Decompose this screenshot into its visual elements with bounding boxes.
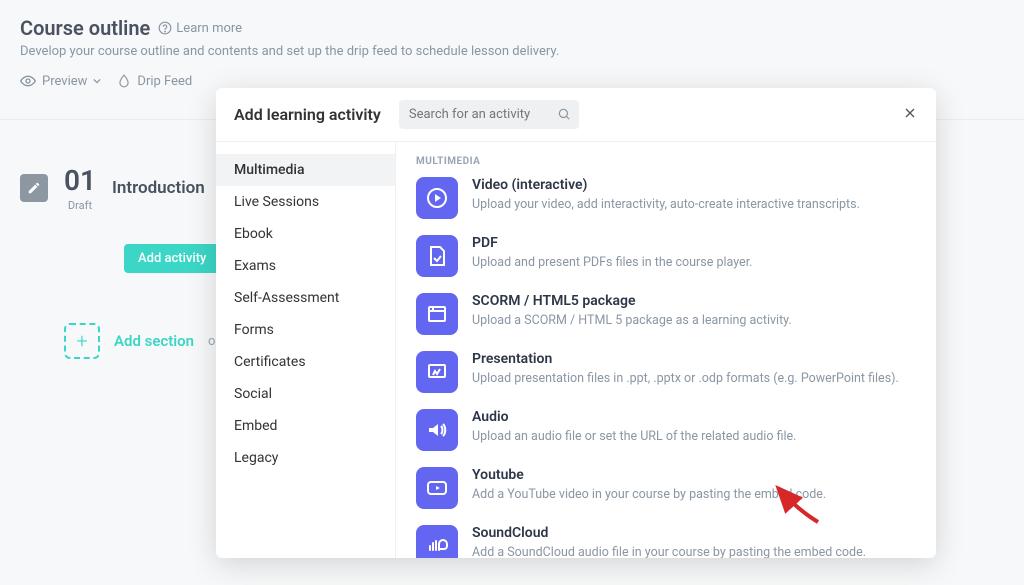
section-name: Introduction: [112, 178, 205, 198]
preview-label: Preview: [42, 74, 87, 89]
activity-desc: Add a YouTube video in your course by pa…: [472, 486, 826, 504]
pencil-icon: [27, 181, 41, 195]
close-icon: [902, 105, 918, 121]
help-icon: [158, 21, 172, 35]
sidebar-item-self-assessment[interactable]: Self-Assessment: [216, 282, 395, 314]
modal-content: MULTIMEDIA Video (interactive) Upload you…: [396, 142, 936, 558]
sidebar-item-social[interactable]: Social: [216, 378, 395, 410]
activity-title: Audio: [472, 409, 796, 425]
learn-more-link[interactable]: Learn more: [158, 21, 242, 36]
learn-more-label: Learn more: [176, 21, 242, 36]
modal-title: Add learning activity: [234, 105, 381, 124]
activity-title: Video (interactive): [472, 177, 860, 193]
modal-sidebar: MultimediaLive SessionsEbookExamsSelf-As…: [216, 142, 396, 558]
activity-desc: Upload a SCORM / HTML 5 package as a lea…: [472, 312, 792, 330]
page-title: Course outline: [20, 16, 150, 40]
drop-icon: [117, 74, 131, 88]
activity-audio[interactable]: Audio Upload an audio file or set the URL…: [416, 409, 916, 451]
preview-button[interactable]: Preview: [20, 73, 101, 89]
sidebar-item-exams[interactable]: Exams: [216, 250, 395, 282]
add-section-button[interactable]: Add section: [114, 332, 194, 350]
activity-title: Presentation: [472, 351, 899, 367]
activity-soundcloud[interactable]: SoundCloud Add a SoundCloud audio file in…: [416, 525, 916, 558]
activity-youtube[interactable]: Youtube Add a YouTube video in your cours…: [416, 467, 916, 509]
page-subtitle: Develop your course outline and contents…: [20, 44, 1004, 59]
activity-desc: Upload your video, add interactivity, au…: [472, 196, 860, 214]
activity-title: SCORM / HTML5 package: [472, 293, 792, 309]
sidebar-item-certificates[interactable]: Certificates: [216, 346, 395, 378]
search-icon: [557, 107, 571, 121]
add-activity-button[interactable]: Add activity: [124, 244, 220, 273]
sidebar-item-legacy[interactable]: Legacy: [216, 442, 395, 474]
sidebar-item-forms[interactable]: Forms: [216, 314, 395, 346]
drip-feed-button[interactable]: Drip Feed: [117, 74, 192, 89]
activity-presentation[interactable]: Presentation Upload presentation files in…: [416, 351, 916, 393]
add-section-box[interactable]: +: [64, 323, 100, 359]
audio-icon: [416, 409, 458, 451]
activity-desc: Upload presentation files in .ppt, .pptx…: [472, 370, 899, 388]
activity-pdf[interactable]: PDF Upload and present PDFs files in the …: [416, 235, 916, 277]
play-icon: [416, 177, 458, 219]
sidebar-item-multimedia[interactable]: Multimedia: [216, 154, 395, 186]
section-number: 01: [64, 164, 96, 197]
pdf-icon: [416, 235, 458, 277]
activity-scorm-html5-package[interactable]: SCORM / HTML5 package Upload a SCORM / HT…: [416, 293, 916, 335]
chevron-down-icon: [93, 77, 101, 85]
content-section-label: MULTIMEDIA: [416, 156, 916, 167]
activity-video-interactive-[interactable]: Video (interactive) Upload your video, ad…: [416, 177, 916, 219]
section-status: Draft: [68, 199, 92, 212]
pres-icon: [416, 351, 458, 393]
eye-icon: [20, 73, 36, 89]
edit-section-button[interactable]: [20, 174, 48, 202]
drip-feed-label: Drip Feed: [137, 74, 192, 89]
activity-title: PDF: [472, 235, 752, 251]
yt-icon: [416, 467, 458, 509]
plus-icon: +: [76, 329, 87, 353]
sidebar-item-embed[interactable]: Embed: [216, 410, 395, 442]
sc-icon: [416, 525, 458, 558]
search-input[interactable]: [399, 100, 579, 129]
activity-title: SoundCloud: [472, 525, 866, 541]
sidebar-item-live-sessions[interactable]: Live Sessions: [216, 186, 395, 218]
add-activity-modal: Add learning activity MultimediaLive Ses…: [216, 88, 936, 558]
activity-title: Youtube: [472, 467, 826, 483]
activity-desc: Upload and present PDFs files in the cou…: [472, 254, 752, 272]
scorm-icon: [416, 293, 458, 335]
close-button[interactable]: [902, 105, 918, 125]
sidebar-item-ebook[interactable]: Ebook: [216, 218, 395, 250]
activity-desc: Add a SoundCloud audio file in your cour…: [472, 544, 866, 558]
activity-desc: Upload an audio file or set the URL of t…: [472, 428, 796, 446]
